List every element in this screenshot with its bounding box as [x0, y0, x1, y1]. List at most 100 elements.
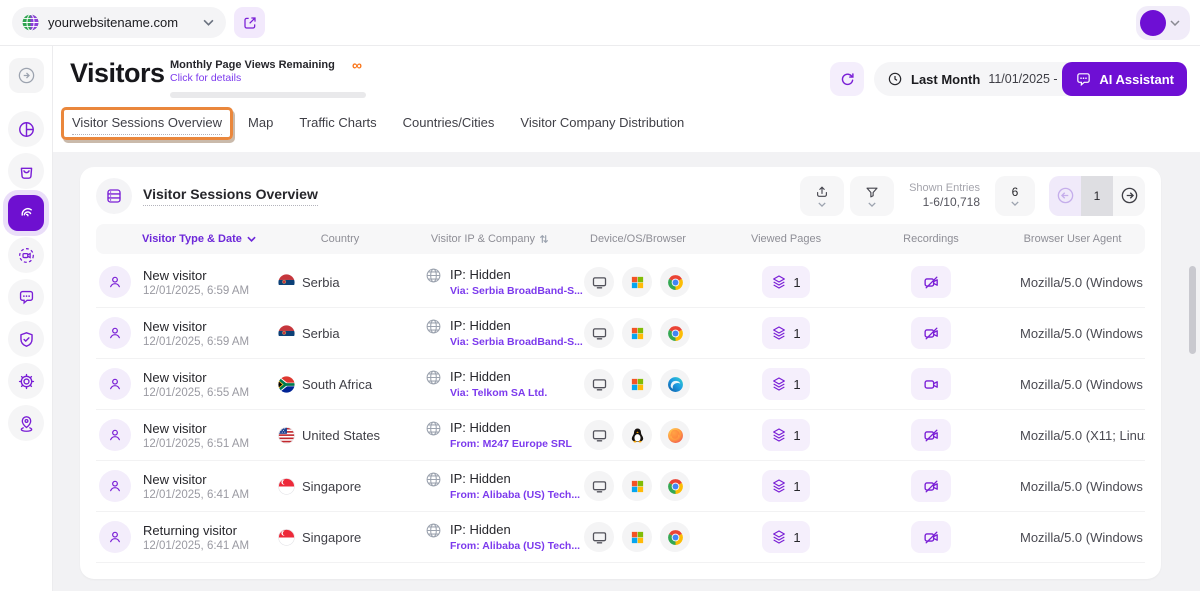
visitors-icon	[17, 204, 36, 223]
windows-logo-icon	[630, 377, 645, 392]
ai-assistant-button[interactable]: AI Assistant	[1062, 62, 1187, 96]
windows-logo-icon	[630, 326, 645, 341]
recording-button[interactable]	[911, 317, 951, 349]
user-agent: Mozilla/5.0 (Windows NT...	[1020, 376, 1145, 392]
globe-icon	[425, 369, 442, 386]
sidebar-item-settings-gear[interactable]	[8, 363, 44, 399]
sidebar-collapse-button[interactable]	[9, 58, 44, 93]
tab-visitor-sessions-overview[interactable]: Visitor Sessions Overview	[60, 107, 234, 140]
recordings-cell	[862, 368, 1000, 400]
table-row[interactable]: New visitor 12/01/2025, 6:59 AM Serbia I…	[96, 308, 1145, 359]
tab-map[interactable]: Map	[248, 115, 273, 135]
company-link[interactable]: Via: Telkom SA Ltd.	[450, 387, 547, 399]
visit-datetime: 12/01/2025, 6:55 AM	[143, 386, 250, 399]
company-link[interactable]: Via: Serbia BroadBand-S...	[450, 336, 583, 348]
account-menu[interactable]	[1136, 6, 1190, 40]
sidebar-nav	[8, 111, 44, 441]
chrome-logo-icon	[667, 529, 684, 546]
viewed-pages-badge[interactable]: 1	[762, 266, 810, 298]
usage-details-link[interactable]: Click for details	[170, 72, 366, 84]
recording-button[interactable]	[911, 521, 951, 553]
table-row[interactable]: New visitor 12/01/2025, 6:51 AM United S…	[96, 410, 1145, 461]
panel-title: Visitor Sessions Overview	[143, 186, 318, 206]
vertical-scrollbar[interactable]	[1189, 266, 1196, 354]
flag-serbia-icon	[278, 273, 295, 291]
ip-company-cell: IP: Hidden From: M247 Europe SRL	[414, 420, 572, 450]
panel-toolbar: Shown Entries 1-6/10,718 6 1	[800, 175, 1145, 216]
viewed-pages-cell: 1	[710, 419, 862, 451]
ip-hidden: IP: Hidden	[450, 471, 511, 486]
chevron-down-icon	[1170, 20, 1180, 26]
viewed-pages-badge[interactable]: 1	[762, 317, 810, 349]
visitor-avatar	[99, 368, 131, 400]
usage-progress-bar	[170, 92, 366, 98]
table-row[interactable]: Returning visitor 12/01/2025, 6:41 AM Si…	[96, 512, 1145, 563]
visit-datetime: 12/01/2025, 6:41 AM	[143, 539, 250, 552]
table-header-row: Visitor Type & Date Country Visitor IP &…	[96, 224, 1145, 254]
recording-button[interactable]	[911, 266, 951, 298]
layers-icon	[771, 478, 787, 494]
table-row[interactable]: New visitor 12/01/2025, 6:41 AM Singapor…	[96, 461, 1145, 512]
arrow-left-circle-icon	[1056, 186, 1075, 205]
tab-bar: Visitor Sessions Overview Map Traffic Ch…	[60, 107, 684, 140]
viewed-pages-badge[interactable]: 1	[762, 521, 810, 553]
sidebar-item-communication[interactable]	[8, 279, 44, 315]
flag-singapore-icon	[278, 477, 295, 495]
filter-button[interactable]	[850, 175, 895, 216]
table-row[interactable]: New visitor 12/01/2025, 6:59 AM Serbia I…	[96, 257, 1145, 308]
viewed-pages-badge[interactable]: 1	[762, 470, 810, 502]
windows-logo-icon	[630, 275, 645, 290]
export-button[interactable]	[800, 175, 845, 216]
ip-company-cell: IP: Hidden Via: Serbia BroadBand-S...	[414, 318, 583, 348]
page-size-select[interactable]: 6	[995, 175, 1035, 216]
sidebar-item-session-recordings[interactable]	[8, 237, 44, 273]
country-name: South Africa	[302, 376, 373, 392]
sidebar-item-ecommerce[interactable]	[8, 153, 44, 189]
session-recordings-icon	[17, 246, 36, 265]
tab-visitor-company-distribution[interactable]: Visitor Company Distribution	[520, 115, 684, 135]
company-link[interactable]: Via: Serbia BroadBand-S...	[450, 285, 583, 297]
country-cell: Singapore	[266, 477, 414, 495]
refresh-button[interactable]	[830, 62, 864, 96]
person-icon	[107, 376, 123, 392]
sidebar-item-privacy-shield[interactable]	[8, 321, 44, 357]
visitor-avatar	[99, 521, 131, 553]
column-visitor-type-date[interactable]: Visitor Type & Date	[96, 233, 266, 245]
period-label: Last Month	[911, 71, 981, 87]
chrome-logo-icon	[667, 325, 684, 342]
visitor-cell: New visitor 12/01/2025, 6:41 AM	[96, 470, 266, 502]
prev-page-button[interactable]	[1049, 175, 1081, 216]
company-link[interactable]: From: Alibaba (US) Tech...	[450, 540, 580, 552]
website-name: yourwebsitename.com	[48, 15, 179, 30]
website-selector[interactable]: yourwebsitename.com	[12, 7, 226, 38]
infinity-value: ∞	[352, 57, 362, 73]
sidebar	[0, 46, 53, 591]
visit-datetime: 12/01/2025, 6:59 AM	[143, 335, 250, 348]
tab-traffic-charts[interactable]: Traffic Charts	[299, 115, 376, 135]
sidebar-item-location-pin[interactable]	[8, 405, 44, 441]
next-page-button[interactable]	[1113, 175, 1145, 216]
edge-logo-icon	[667, 376, 684, 393]
recording-button[interactable]	[911, 470, 951, 502]
column-visitor-ip-company[interactable]: Visitor IP & Company	[414, 233, 566, 245]
layers-icon	[771, 376, 787, 392]
recording-button[interactable]	[911, 368, 951, 400]
sidebar-item-dashboard[interactable]	[8, 111, 44, 147]
company-link[interactable]: From: Alibaba (US) Tech...	[450, 489, 580, 501]
globe-icon	[425, 267, 442, 284]
usage-label: Monthly Page Views Remaining	[170, 59, 335, 71]
column-browser-user-agent: Browser User Agent	[1023, 233, 1122, 245]
video-camera-off-icon	[922, 529, 941, 546]
tab-countries-cities[interactable]: Countries/Cities	[403, 115, 495, 135]
viewed-pages-badge[interactable]: 1	[762, 419, 810, 451]
layers-icon	[771, 325, 787, 341]
table-row[interactable]: New visitor 12/01/2025, 6:55 AM South Af…	[96, 359, 1145, 410]
sidebar-item-visitors[interactable]	[8, 195, 44, 231]
company-link[interactable]: From: M247 Europe SRL	[450, 438, 572, 450]
recording-button[interactable]	[911, 419, 951, 451]
open-website-button[interactable]	[234, 7, 265, 38]
windows-logo-icon	[630, 479, 645, 494]
chat-icon	[1075, 71, 1092, 88]
chevron-down-icon	[247, 236, 256, 242]
viewed-pages-badge[interactable]: 1	[762, 368, 810, 400]
